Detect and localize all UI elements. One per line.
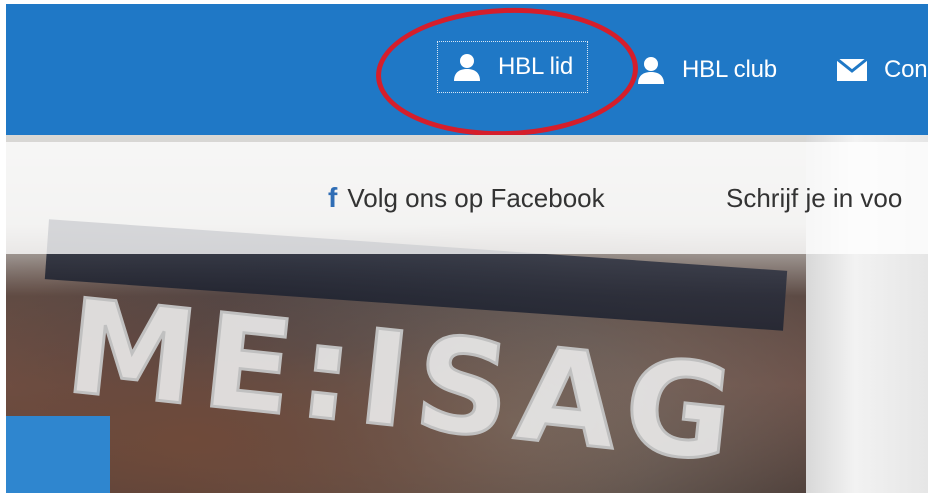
- nav-item-hbl-club[interactable]: HBL club: [636, 4, 777, 135]
- nav-item-contact[interactable]: Con: [836, 4, 928, 135]
- social-bar: f Volg ons op Facebook Schrijf je in voo: [6, 142, 928, 254]
- nav-item-label: HBL lid: [498, 53, 574, 80]
- blue-corner-block: [6, 416, 110, 493]
- nav-item-hbl-lid[interactable]: HBL lid: [436, 41, 589, 93]
- newsletter-signup-link[interactable]: Schrijf je in voo: [726, 142, 902, 254]
- newsletter-signup-label: Schrijf je in voo: [726, 182, 903, 213]
- top-navigation-bar: HBL lid HBL club Con: [6, 4, 928, 135]
- nav-item-label: Con: [884, 55, 928, 83]
- envelope-icon: [836, 57, 868, 82]
- user-icon: [452, 52, 482, 82]
- facebook-icon: f: [328, 182, 338, 213]
- facebook-follow-link[interactable]: f Volg ons op Facebook: [328, 142, 605, 254]
- user-icon: [636, 55, 666, 85]
- nav-item-label: HBL club: [682, 55, 777, 83]
- facebook-follow-label: Volg ons op Facebook: [347, 182, 605, 213]
